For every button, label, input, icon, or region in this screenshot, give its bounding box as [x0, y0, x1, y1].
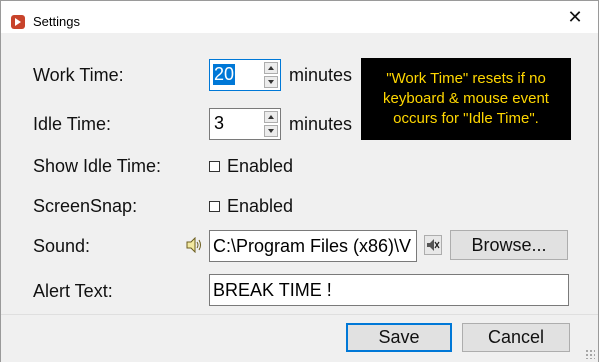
- show-idle-time-checkbox[interactable]: [209, 161, 220, 172]
- help-tooltip: "Work Time" resets if no keyboard & mous…: [361, 58, 571, 140]
- sound-path-value: C:\Program Files (x86)\V: [213, 236, 412, 256]
- app-icon: [11, 15, 25, 29]
- sound-path-field[interactable]: C:\Program Files (x86)\V: [209, 230, 417, 262]
- save-button[interactable]: Save: [346, 323, 452, 352]
- work-time-increment-button[interactable]: [264, 62, 278, 74]
- title-bar[interactable]: Settings ✕: [1, 1, 598, 33]
- close-icon: ✕: [567, 7, 583, 27]
- window-title: Settings: [33, 14, 80, 29]
- alert-text-field[interactable]: BREAK TIME !: [209, 274, 569, 306]
- work-time-value[interactable]: 20: [213, 64, 236, 85]
- work-time-unit: minutes: [289, 65, 353, 85]
- speaker-icon[interactable]: [185, 236, 203, 254]
- settings-window: Settings ✕ Work Time: 20 minutes "Work T…: [0, 0, 599, 362]
- idle-time-unit: minutes: [289, 114, 353, 134]
- resize-grip[interactable]: [585, 349, 595, 359]
- cancel-button-label: Cancel: [487, 327, 545, 347]
- work-time-spin-buttons: [264, 62, 278, 88]
- save-button-label: Save: [378, 327, 420, 347]
- browse-button[interactable]: Browse...: [450, 230, 568, 260]
- browse-button-label: Browse...: [471, 234, 547, 255]
- screensnap-checkbox-label[interactable]: Enabled: [227, 196, 293, 217]
- sound-label: Sound:: [33, 236, 91, 256]
- show-idle-time-label: Show Idle Time:: [33, 156, 162, 176]
- screensnap-checkbox[interactable]: [209, 201, 220, 212]
- alert-text-label: Alert Text:: [33, 281, 113, 301]
- help-tooltip-text: "Work Time" resets if no keyboard & mous…: [383, 70, 549, 127]
- alert-text-value: BREAK TIME !: [213, 280, 332, 300]
- work-time-decrement-button[interactable]: [264, 76, 278, 88]
- idle-time-spinner[interactable]: 3: [209, 108, 281, 140]
- idle-time-increment-button[interactable]: [264, 111, 278, 123]
- mute-button[interactable]: [424, 235, 442, 255]
- cancel-button[interactable]: Cancel: [462, 323, 570, 352]
- screensnap-label: ScreenSnap:: [33, 196, 138, 216]
- work-time-label: Work Time:: [33, 65, 124, 85]
- show-idle-time-checkbox-label[interactable]: Enabled: [227, 156, 293, 177]
- idle-time-label: Idle Time:: [33, 114, 112, 134]
- work-time-spinner[interactable]: 20: [209, 59, 281, 91]
- dialog-footer: Save Cancel: [1, 314, 598, 362]
- close-button[interactable]: ✕: [552, 1, 598, 33]
- mute-icon: [427, 239, 440, 251]
- idle-time-spin-buttons: [264, 111, 278, 137]
- idle-time-decrement-button[interactable]: [264, 125, 278, 137]
- idle-time-value[interactable]: 3: [213, 113, 225, 134]
